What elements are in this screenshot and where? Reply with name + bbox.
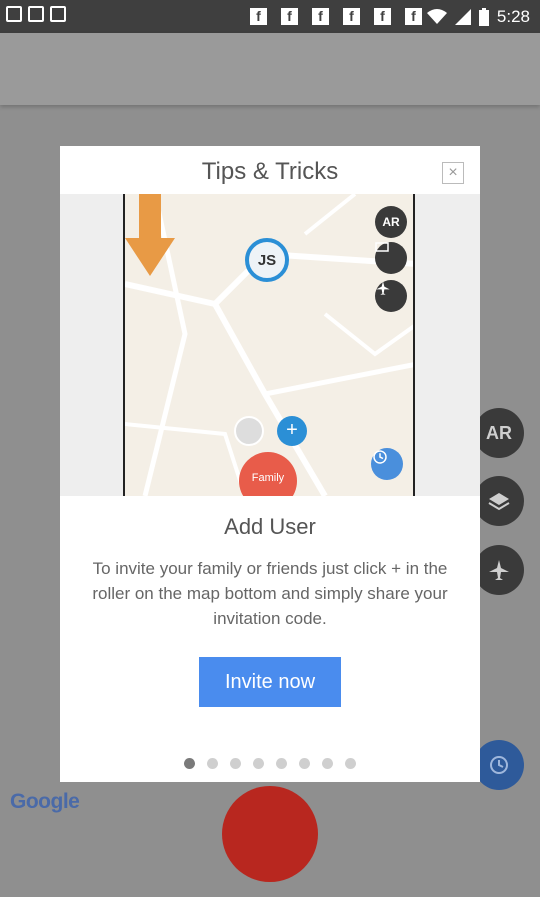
page-dot[interactable]	[299, 758, 310, 769]
airplane-icon	[375, 280, 407, 312]
arrow-down-icon	[125, 194, 175, 276]
page-indicator[interactable]	[184, 758, 356, 769]
page-dot[interactable]	[253, 758, 264, 769]
avatar	[234, 416, 264, 446]
page-dot[interactable]	[345, 758, 356, 769]
plus-icon: +	[277, 416, 307, 446]
app-toolbar	[0, 33, 540, 105]
signal-icon	[454, 9, 471, 25]
page-dot[interactable]	[230, 758, 241, 769]
history-icon	[371, 448, 403, 480]
tips-modal: Tips & Tricks × AR JS + Family Add User …	[60, 146, 480, 782]
notes-icon	[28, 6, 44, 22]
facebook-icon: f	[374, 8, 391, 25]
facebook-icon: f	[312, 8, 329, 25]
wifi-icon	[426, 9, 447, 24]
tip-body: To invite your family or friends just cl…	[92, 559, 448, 628]
notification-icons: f f f f f f	[250, 8, 422, 25]
page-dot-active[interactable]	[184, 758, 195, 769]
modal-title: Tips & Tricks	[201, 158, 339, 185]
ar-button[interactable]: AR	[474, 408, 524, 458]
family-roller-button[interactable]	[222, 786, 318, 882]
facebook-icon: f	[343, 8, 360, 25]
page-dot[interactable]	[276, 758, 287, 769]
status-left-icons	[6, 6, 66, 22]
tip-subtitle: Add User	[224, 514, 316, 539]
battery-icon	[478, 8, 489, 26]
screen-icon	[375, 242, 407, 274]
invite-now-button[interactable]: Invite now	[199, 657, 341, 707]
user-pin: JS	[245, 238, 289, 282]
screenshot-icon	[6, 6, 22, 22]
layers-icon[interactable]	[474, 476, 524, 526]
status-bar: f f f f f f 5:28	[0, 0, 540, 33]
tip-image: AR JS + Family	[60, 194, 480, 496]
airplane-icon[interactable]	[474, 545, 524, 595]
facebook-icon: f	[405, 8, 422, 25]
close-icon[interactable]: ×	[442, 162, 464, 184]
clock: 5:28	[496, 7, 530, 26]
facebook-icon: f	[281, 8, 298, 25]
ar-button: AR	[375, 206, 407, 238]
status-right: 5:28	[426, 7, 530, 27]
page-dot[interactable]	[207, 758, 218, 769]
page-dot[interactable]	[322, 758, 333, 769]
clipboard-icon	[50, 6, 66, 22]
google-logo: Google	[10, 790, 80, 813]
phone-screenshot: AR JS + Family	[123, 194, 415, 496]
facebook-icon: f	[250, 8, 267, 25]
history-icon[interactable]	[474, 740, 524, 790]
